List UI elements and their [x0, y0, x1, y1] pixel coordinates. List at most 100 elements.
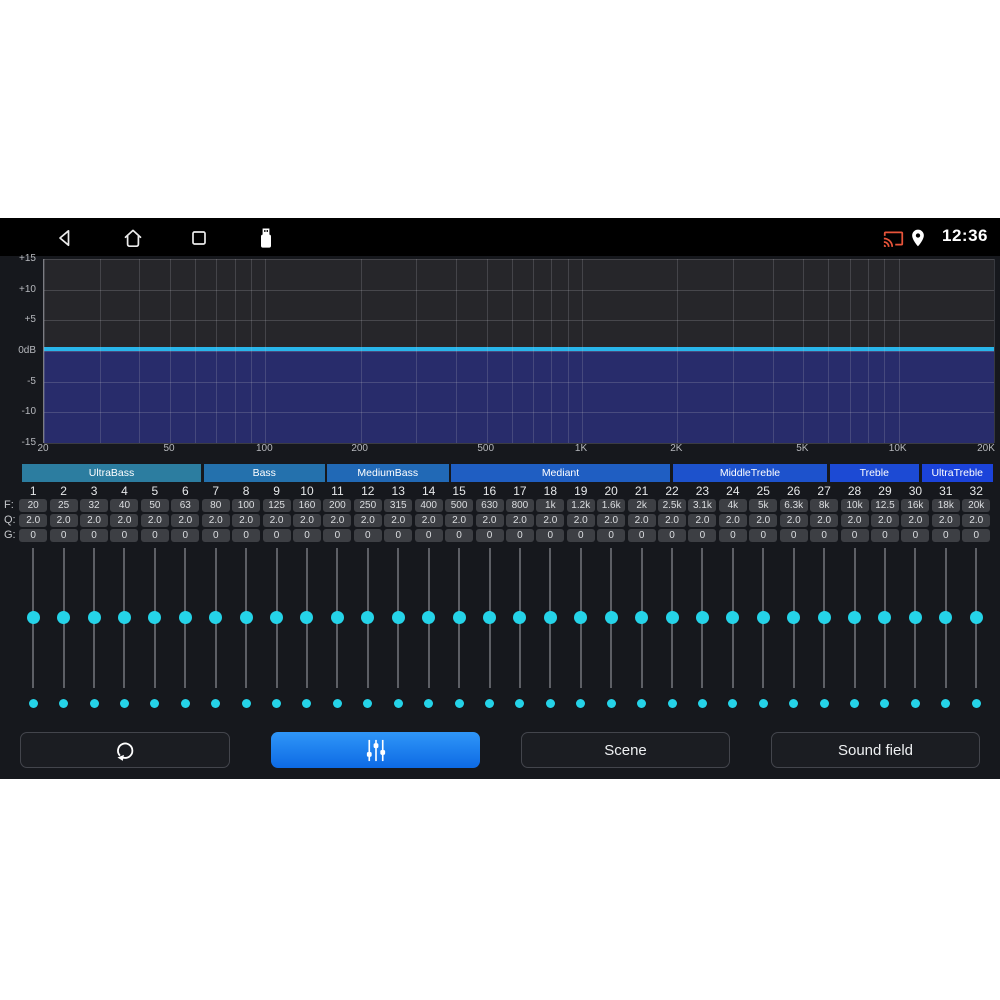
band-number: 20 — [604, 484, 618, 498]
eq-curve-fill — [44, 351, 994, 443]
band-q-value: 2.0 — [445, 514, 474, 527]
band-q-value: 2.0 — [505, 514, 534, 527]
band-frequency-value: 5k — [749, 499, 778, 512]
gain-slider-knob[interactable] — [665, 610, 679, 624]
gain-slider-knob[interactable] — [574, 610, 588, 624]
gain-slider-knob[interactable] — [209, 610, 223, 624]
gain-slider-knob[interactable] — [513, 610, 527, 624]
band-dot — [850, 698, 860, 708]
band-frequency-value: 63 — [171, 499, 200, 512]
db-axis-label: 0dB — [18, 345, 36, 356]
band-q-value: 2.0 — [292, 514, 321, 527]
band-gain-value: 0 — [414, 529, 443, 542]
band-dot — [880, 698, 890, 708]
gain-slider-knob[interactable] — [483, 610, 496, 624]
eq-button[interactable] — [271, 732, 480, 768]
sound-field-button-label: Sound field — [837, 741, 914, 759]
band-gain-value: 0 — [19, 529, 48, 542]
band-number: 26 — [787, 484, 801, 498]
band-q-value: 2.0 — [232, 514, 261, 527]
band-frequency-value: 20 — [19, 499, 48, 512]
grid-line-horizontal — [44, 381, 994, 383]
gain-slider-knob[interactable] — [604, 610, 618, 624]
f-row-label: F: — [4, 499, 14, 511]
gain-slider-knob[interactable] — [452, 610, 466, 624]
gain-slider-knob[interactable] — [26, 610, 40, 624]
band-number: 17 — [513, 484, 527, 498]
gain-slider-knob[interactable] — [391, 610, 405, 624]
gain-slider-knob[interactable] — [878, 610, 892, 624]
gain-slider-knob[interactable] — [239, 610, 253, 624]
gain-slider-knob[interactable] — [817, 610, 831, 624]
band-frequency-value: 3.1k — [688, 499, 717, 512]
gain-slider-knob[interactable] — [57, 610, 71, 624]
band-q-value: 2.0 — [475, 514, 504, 527]
gain-slider-knob[interactable] — [543, 610, 557, 624]
band-dot — [180, 698, 190, 708]
band-gain-value: 0 — [658, 529, 687, 542]
frequency-axis-label: 20K — [977, 443, 995, 454]
band-dot — [150, 698, 160, 708]
scene-button[interactable]: Scene — [521, 732, 730, 768]
band-number: 32 — [969, 484, 983, 498]
band-number: 12 — [361, 484, 375, 498]
gain-slider-knob[interactable] — [787, 610, 801, 624]
back-icon[interactable] — [53, 226, 77, 250]
head-unit-screen: 12:36 +15 +10 +5 0dB -5 -10 -15 20 50 100 200 500 1… — [0, 218, 1000, 779]
recents-icon[interactable] — [187, 226, 211, 250]
band-number: 3 — [90, 484, 98, 498]
band-number: 29 — [878, 484, 892, 498]
band-dot — [728, 698, 738, 708]
gain-slider-knob[interactable] — [361, 610, 375, 624]
band-q-value: 2.0 — [262, 514, 291, 527]
band-frequency-value: 2.5k — [658, 499, 687, 512]
band-gain-value: 0 — [323, 529, 352, 542]
band-q-value: 2.0 — [779, 514, 808, 527]
sound-field-button[interactable]: Sound field — [771, 732, 980, 768]
reset-button[interactable] — [20, 732, 230, 768]
scene-button-label: Scene — [604, 741, 647, 759]
gain-slider-knob[interactable] — [969, 610, 983, 624]
gain-slider-knob[interactable] — [270, 610, 284, 624]
band-number: 16 — [482, 484, 497, 498]
band-dot — [59, 698, 69, 708]
grid-line-horizontal — [44, 320, 994, 322]
gain-slider-knob[interactable] — [87, 610, 101, 624]
gain-slider-knob[interactable] — [726, 610, 740, 624]
gain-slider-knob[interactable] — [756, 610, 770, 624]
band-frequency-value: 1.6k — [597, 499, 626, 512]
gain-slider-knob[interactable] — [330, 610, 344, 624]
band-frequency-value: 50 — [140, 499, 169, 512]
g-row-label: G: — [4, 529, 16, 541]
band-q-value: 2.0 — [414, 514, 443, 527]
frequency-axis-label: 100 — [255, 443, 273, 454]
band-q-value: 2.0 — [353, 514, 382, 527]
band-frequency-value: 12.5 — [870, 499, 899, 512]
band-gain-value: 0 — [749, 529, 778, 542]
gain-slider-knob[interactable] — [117, 610, 131, 624]
band-gain-value: 0 — [901, 529, 930, 542]
gain-slider-knob[interactable] — [939, 610, 953, 624]
gain-slider-knob[interactable] — [422, 610, 436, 624]
usb-icon[interactable] — [254, 226, 278, 250]
gain-slider-knob[interactable] — [695, 610, 709, 624]
band-frequency-value: 315 — [384, 499, 413, 512]
band-dot — [545, 698, 555, 708]
grid-line-horizontal — [44, 443, 994, 444]
gain-slider-knob[interactable] — [178, 610, 192, 624]
band-number: 28 — [847, 484, 862, 498]
gain-slider-knob[interactable] — [848, 610, 862, 624]
frequency-axis-label: 5K — [796, 443, 809, 454]
band-group-middletreble: MiddleTreble — [673, 464, 827, 482]
band-gain-value: 0 — [718, 529, 747, 542]
band-q-value: 2.0 — [597, 514, 626, 527]
grid-line-horizontal — [44, 351, 994, 352]
band-number: 25 — [756, 484, 770, 498]
gain-slider-knob[interactable] — [300, 610, 314, 624]
gain-slider-knob[interactable] — [908, 610, 922, 624]
gain-slider-knob[interactable] — [635, 610, 649, 624]
gain-slider-knob[interactable] — [148, 610, 162, 624]
home-icon[interactable] — [121, 226, 145, 250]
band-q-value: 2.0 — [658, 514, 687, 527]
band-dot — [393, 698, 403, 708]
